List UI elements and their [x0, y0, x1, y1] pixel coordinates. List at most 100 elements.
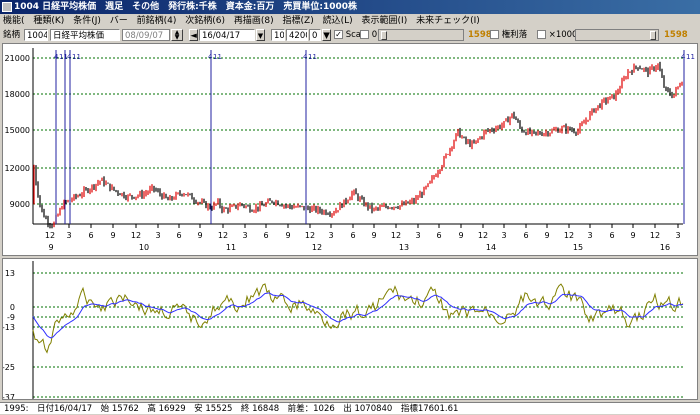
oscillator-series-slow — [32, 292, 684, 339]
x-tick-label: 3 — [415, 231, 420, 240]
scale-value-group: 0 — [360, 29, 377, 41]
y-tick-label: 15000 — [5, 126, 30, 135]
x-tick-label: 6 — [436, 231, 441, 240]
x-tick-label: 12 — [45, 231, 55, 240]
y-tick-label: 21000 — [5, 54, 30, 63]
x-tick-label: 9 — [544, 231, 549, 240]
x-tick-label: 9 — [458, 231, 463, 240]
menu-item-shurui[interactable]: 種類(K) — [30, 14, 67, 28]
menu-item-kinou[interactable]: 機能( — [0, 14, 28, 28]
kenri-checkbox-group[interactable]: 権利落 — [490, 29, 527, 41]
x-tick-label: 6 — [176, 231, 181, 240]
code-input[interactable]: 1004 — [24, 29, 48, 41]
range-input[interactable]: 4200 — [286, 29, 308, 41]
date2-field[interactable]: 16/04/17 — [199, 29, 255, 41]
x-tick-label: 6 — [609, 231, 614, 240]
count-badge: 1598 — [468, 30, 492, 40]
y-tick-label: 0 — [10, 303, 15, 312]
x-year-label: 11 — [226, 243, 236, 252]
y-tick-label: -9 — [7, 313, 15, 322]
menu-bar: 機能( 種類(K) 条件(J) バー 前銘柄(4) 次銘柄(6) 再描画(8) … — [0, 14, 700, 28]
zero-input[interactable]: 0 — [309, 29, 321, 41]
menu-item-display-range[interactable]: 表示範囲(I) — [359, 14, 411, 28]
x-year-label: 12 — [312, 243, 322, 252]
event-marker-label: 11 — [686, 53, 695, 61]
range-slider[interactable] — [575, 29, 659, 41]
x-year-label: 15 — [573, 243, 583, 252]
date2-dropdown[interactable]: ▼ — [256, 29, 265, 41]
x-tick-label: 3 — [328, 231, 333, 240]
arrow-left-icon: ◄ — [190, 31, 197, 41]
scale-checkbox[interactable]: ✓ — [334, 30, 343, 39]
count-badge-2: 1598 — [664, 30, 688, 40]
y-tick-label: 13 — [5, 269, 15, 278]
menu-item-redraw[interactable]: 再描画(8) — [231, 14, 277, 28]
app-icon — [2, 2, 12, 12]
name-field[interactable]: 日経平均株価 — [50, 29, 120, 41]
menu-item-jouken[interactable]: 条件(J) — [70, 14, 104, 28]
x-year-label: 14 — [486, 243, 496, 252]
menu-item-next-stock[interactable]: 次銘柄(6) — [182, 14, 228, 28]
prev-date-button[interactable]: ◄ — [189, 29, 198, 41]
x-tick-label: 3 — [675, 231, 680, 240]
x-year-label: 16 — [660, 243, 670, 252]
x-tick-label: 6 — [523, 231, 528, 240]
oscillator-panel: 13 0 -9 -13 -25 -37 — [2, 258, 698, 402]
menu-item-load[interactable]: 読込(L) — [320, 14, 356, 28]
chevron-down-icon: ▼ — [323, 31, 330, 41]
x-tick-label: 3 — [587, 231, 592, 240]
oscillator-series-fast — [32, 283, 684, 354]
status-bar: 1995: 日付16/04/17 始 15762 高 16929 安 15525… — [0, 402, 700, 414]
x-tick-label: 12 — [305, 231, 315, 240]
toolbar: 銘柄 1004 日経平均株価 08/09/07 ▲ ▼ ◄ 16/04/17 ▼… — [0, 28, 700, 42]
x-tick-label: 12 — [564, 231, 574, 240]
x-tick-label: 3 — [66, 231, 71, 240]
y-tick-label: -37 — [3, 393, 15, 399]
price-chart-panel: 21000 18000 15000 12000 9000 4 11 4 11 4 11 4 11 4 11 1… — [2, 43, 698, 256]
x-tick-label: 9 — [197, 231, 202, 240]
menu-item-indicator[interactable]: 指標(Z) — [280, 14, 317, 28]
x-tick-label: 3 — [501, 231, 506, 240]
date-field[interactable]: 08/09/07 — [122, 29, 170, 41]
x-tick-label: 12 — [131, 231, 141, 240]
x-tick-label: 12 — [218, 231, 228, 240]
mult-checkbox-group[interactable]: ×1000 — [537, 29, 577, 41]
x-tick-label: 9 — [630, 231, 635, 240]
x-tick-label: 12 — [650, 231, 660, 240]
mult-checkbox[interactable] — [537, 30, 546, 39]
x-tick-label: 12 — [391, 231, 401, 240]
zero-dropdown[interactable]: ▼ — [322, 29, 331, 41]
event-marker-label: 11 — [308, 53, 317, 61]
event-marker-label: 11 — [72, 53, 81, 61]
y-tick-label: 18000 — [5, 90, 30, 99]
chevron-down-icon: ▼ — [257, 32, 264, 40]
menu-item-prev-stock[interactable]: 前銘柄(4) — [134, 14, 180, 28]
x-tick-label: 9 — [371, 231, 376, 240]
kenri-label: 権利落 — [501, 30, 528, 40]
y-tick-label: 9000 — [10, 200, 30, 209]
span-input[interactable]: 10 — [271, 29, 285, 41]
status-text: 1995: 日付16/04/17 始 15762 高 16929 安 15525… — [4, 404, 459, 414]
step-down-icon: ▼ — [174, 34, 180, 41]
price-chart[interactable]: 2100018000150001200090004 11 4 11 4 11 4 11 4 111… — [3, 44, 697, 255]
x-tick-label: 9 — [285, 231, 290, 240]
oscillator-chart[interactable]: 13 0-9-13 -25 -37 — [2, 259, 697, 402]
kenri-checkbox[interactable] — [490, 30, 499, 39]
menu-item-bar[interactable]: バー — [107, 14, 131, 28]
menu-item-future-check[interactable]: 未来チェック(I) — [413, 14, 483, 28]
scale-slider[interactable] — [378, 29, 464, 41]
x-tick-label: 12 — [478, 231, 488, 240]
x-tick-label: 3 — [155, 231, 160, 240]
x-tick-label: 6 — [88, 231, 93, 240]
x-year-label: 13 — [399, 243, 409, 252]
scale-value-checkbox[interactable] — [360, 30, 369, 39]
scale-slider-thumb[interactable] — [381, 31, 387, 40]
date-stepper[interactable]: ▲ ▼ — [171, 29, 183, 41]
code-label: 銘柄 — [3, 30, 21, 40]
x-tick-label: 3 — [242, 231, 247, 240]
window-title: 1004 日経平均株価 週足 その他 発行株:千株 資本金:百万 売買単位:10… — [14, 2, 358, 12]
x-tick-label: 6 — [263, 231, 268, 240]
x-year-label: 10 — [139, 243, 149, 252]
range-slider-thumb[interactable] — [650, 31, 656, 40]
mult-label: ×1000 — [548, 30, 578, 40]
